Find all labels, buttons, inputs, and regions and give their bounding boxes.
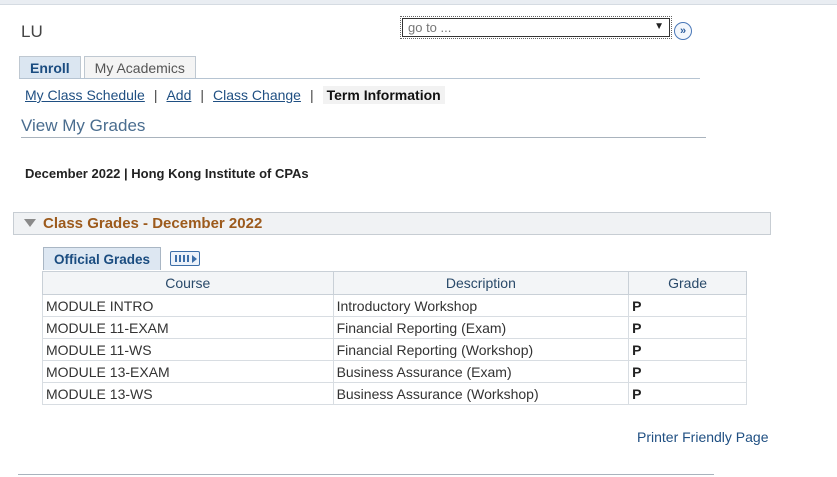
grid-view-icon[interactable] bbox=[170, 251, 200, 266]
go-button[interactable]: » bbox=[674, 22, 692, 40]
cell-grade: P bbox=[628, 294, 747, 317]
term-label: December 2022 | Hong Kong Institute of C… bbox=[25, 166, 309, 181]
tab-my-academics-label: My Academics bbox=[94, 60, 185, 76]
link-my-class-schedule[interactable]: My Class Schedule bbox=[25, 87, 145, 103]
cell-course: MODULE 11-WS bbox=[42, 338, 334, 361]
cell-description: Business Assurance (Exam) bbox=[332, 360, 630, 383]
separator: | bbox=[200, 87, 205, 103]
bottom-divider bbox=[18, 474, 714, 475]
chevron-down-icon: ▼ bbox=[654, 21, 664, 32]
goto-select-value: go to ... bbox=[408, 20, 452, 35]
separator: | bbox=[309, 87, 314, 103]
cell-grade: P bbox=[628, 338, 747, 361]
column-header-course[interactable]: Course bbox=[42, 271, 334, 295]
table-row: MODULE 13-EXAM Business Assurance (Exam)… bbox=[42, 360, 747, 383]
cell-grade: P bbox=[628, 360, 747, 383]
tab-my-academics[interactable]: My Academics bbox=[83, 56, 196, 78]
double-chevron-right-icon: » bbox=[679, 24, 687, 37]
cell-grade: P bbox=[628, 382, 747, 405]
tab-underline bbox=[19, 78, 700, 79]
goto-select[interactable]: go to ... ▼ bbox=[400, 16, 672, 39]
link-add[interactable]: Add bbox=[166, 87, 191, 103]
triangle-down-icon[interactable] bbox=[24, 219, 36, 227]
top-strip bbox=[0, 0, 837, 5]
cell-course: MODULE 13-EXAM bbox=[42, 360, 334, 383]
user-name: LU bbox=[21, 22, 43, 41]
table-row: MODULE 13-WS Business Assurance (Worksho… bbox=[42, 382, 747, 405]
cell-course: MODULE 13-WS bbox=[42, 382, 334, 405]
separator: | bbox=[153, 87, 158, 103]
tab-enroll-label: Enroll bbox=[30, 60, 70, 76]
table-row: MODULE 11-WS Financial Reporting (Worksh… bbox=[42, 338, 747, 361]
main-tabs: Enroll My Academics bbox=[19, 56, 199, 78]
tab-enroll[interactable]: Enroll bbox=[19, 56, 81, 78]
class-grades-section-header[interactable]: Class Grades - December 2022 bbox=[13, 212, 771, 235]
grid-dots bbox=[175, 255, 191, 262]
table-header-row: Course Description Grade bbox=[42, 271, 747, 295]
page-title: View My Grades bbox=[21, 116, 146, 135]
cell-description: Financial Reporting (Workshop) bbox=[332, 338, 630, 361]
column-header-grade[interactable]: Grade bbox=[628, 271, 747, 295]
table-row: MODULE 11-EXAM Financial Reporting (Exam… bbox=[42, 316, 747, 339]
cell-course: MODULE 11-EXAM bbox=[42, 316, 334, 339]
tab-official-grades[interactable]: Official Grades bbox=[43, 247, 162, 270]
cell-description: Financial Reporting (Exam) bbox=[332, 316, 630, 339]
cell-description: Introductory Workshop bbox=[332, 294, 630, 317]
tab-official-grades-label: Official Grades bbox=[54, 252, 151, 267]
printer-friendly-link[interactable]: Printer Friendly Page bbox=[637, 429, 769, 445]
cell-course: MODULE INTRO bbox=[42, 294, 334, 317]
cell-grade: P bbox=[628, 316, 747, 339]
grid-arrow bbox=[192, 255, 197, 263]
table-row: MODULE INTRO Introductory Workshop P bbox=[42, 294, 747, 317]
cell-description: Business Assurance (Workshop) bbox=[332, 382, 630, 405]
title-divider bbox=[21, 137, 706, 138]
grades-table: Course Description Grade MODULE INTRO In… bbox=[42, 271, 747, 405]
current-term-information: Term Information bbox=[322, 86, 445, 104]
column-header-description[interactable]: Description bbox=[332, 271, 630, 295]
section-title: Class Grades - December 2022 bbox=[43, 215, 263, 232]
link-class-change[interactable]: Class Change bbox=[213, 87, 301, 103]
sub-navigation: My Class Schedule | Add | Class Change |… bbox=[25, 86, 445, 104]
